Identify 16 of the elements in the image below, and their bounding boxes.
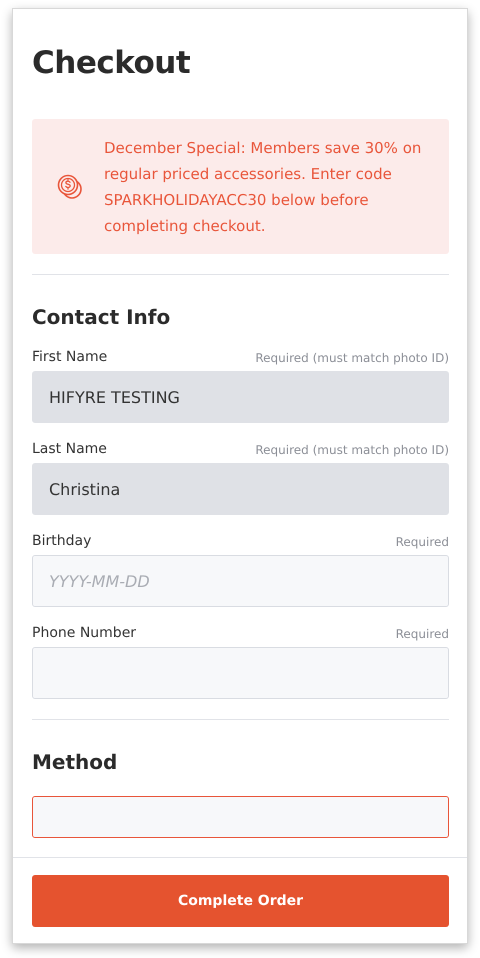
method-option[interactable]: [32, 796, 449, 838]
required-note: Required: [396, 627, 449, 641]
input-field[interactable]: [32, 647, 449, 699]
field-label: Phone Number: [32, 625, 136, 641]
required-note: Required (must match photo ID): [255, 351, 449, 365]
field-label: First Name: [32, 349, 108, 365]
field-label: Last Name: [32, 441, 107, 457]
promo-text: December Special: Members save 30% on regular priced accessories. Enter code SPARKHOLIDAYACC30 below before completing checkout.: [104, 138, 422, 236]
input-field[interactable]: YYYY-MM-DD: [32, 555, 449, 607]
section-title: Method: [32, 749, 118, 776]
required-note: Required: [396, 535, 449, 549]
section-title: Contact Info: [32, 304, 172, 331]
field-label: Birthday: [32, 533, 92, 549]
required-note: Required (must match photo ID): [255, 443, 449, 457]
complete-order-button[interactable]: Complete Order: [32, 875, 449, 927]
page-title: Checkout: [32, 44, 192, 83]
